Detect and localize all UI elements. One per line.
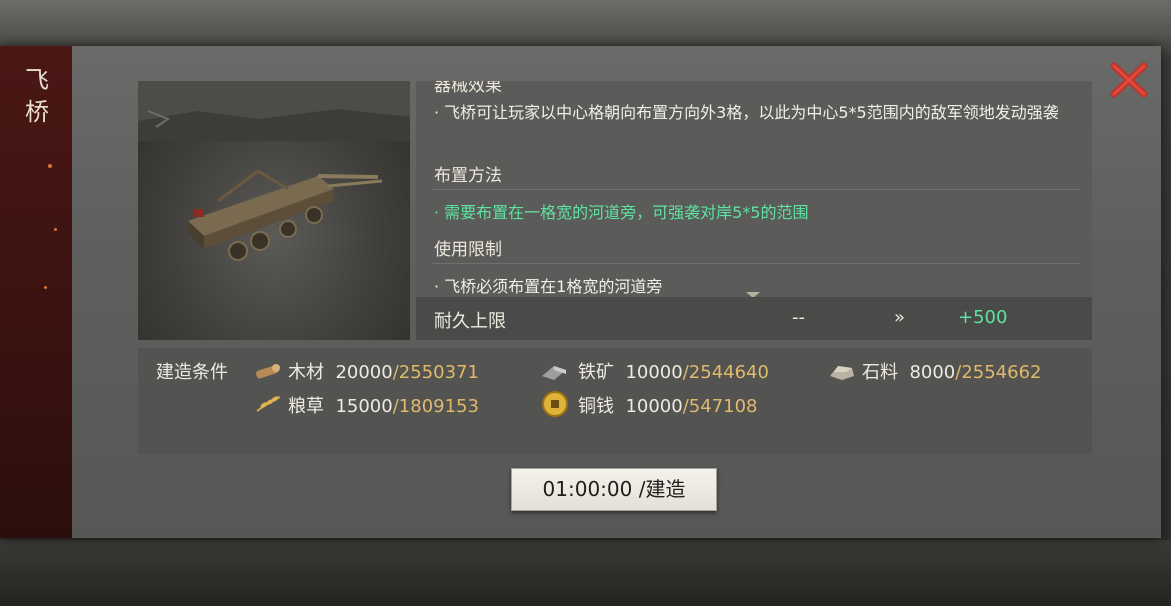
divider xyxy=(432,189,1080,190)
building-title-char-2: 桥 xyxy=(25,98,49,126)
resource-wood: 木材 20000/2550371 xyxy=(288,362,479,383)
flying-bridge-illustration xyxy=(138,81,410,261)
ember-decoration xyxy=(54,228,57,231)
build-conditions-panel: 建造条件 木材 20000/2550371 铁矿 10000/2544640 石… xyxy=(138,348,1092,454)
building-title: 飞 桥 xyxy=(22,64,52,128)
resource-grain: 粮草 15000/1809153 xyxy=(288,396,479,417)
resource-iron: 铁矿 10000/2544640 xyxy=(578,362,769,383)
divider xyxy=(432,263,1080,264)
grain-icon xyxy=(256,396,281,412)
build-conditions-label: 建造条件 xyxy=(156,362,228,383)
effect-text: · 飞桥可让玩家以中心格朝向布置方向外3格，以此为中心5*5范围内的敌军领地发动… xyxy=(434,103,1059,122)
build-button[interactable]: 01:00:00 /建造 xyxy=(511,468,717,511)
background-bottom-bar xyxy=(0,540,1171,606)
ember-decoration xyxy=(48,164,52,168)
durability-label: 耐久上限 xyxy=(434,311,506,332)
stone-icon xyxy=(830,366,854,380)
resource-coin: 铜钱 10000/547108 xyxy=(578,396,758,417)
upgrade-arrow-icon: » xyxy=(894,307,906,328)
iron-ore-icon xyxy=(542,366,566,380)
limit-heading: 使用限制 xyxy=(434,240,502,260)
copper-coin-icon xyxy=(542,391,568,417)
resource-stone: 石料 8000/2554662 xyxy=(862,362,1042,383)
durability-current: -- xyxy=(792,307,805,328)
description-panel[interactable]: 器械效果 · 飞桥可让玩家以中心格朝向布置方向外3格，以此为中心5*5范围内的敌… xyxy=(416,81,1092,297)
durability-next: +500 xyxy=(958,307,1008,328)
close-icon[interactable] xyxy=(1110,62,1148,98)
placement-heading: 布置方法 xyxy=(434,166,502,186)
durability-row: 耐久上限 -- » +500 xyxy=(416,297,1092,340)
ember-decoration xyxy=(44,286,47,289)
building-title-char-1: 飞 xyxy=(25,66,49,94)
flying-bridge-image xyxy=(138,81,410,340)
wood-icon xyxy=(256,364,280,379)
placement-text: · 需要布置在一格宽的河道旁，可强袭对岸5*5的范围 xyxy=(434,203,809,222)
effect-heading: 器械效果 xyxy=(434,81,502,96)
